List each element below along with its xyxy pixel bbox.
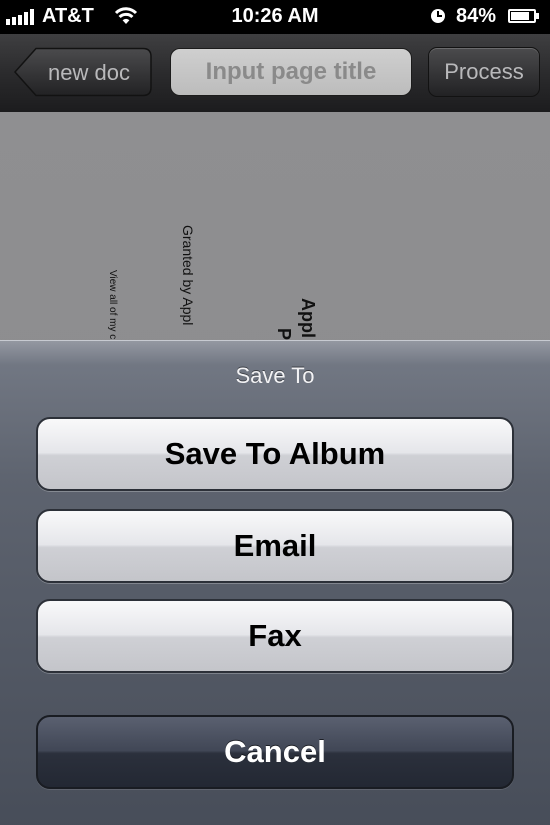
email-button[interactable]: Email [36, 509, 514, 583]
battery-percent: 84% [456, 5, 497, 27]
navigation-bar: new doc Process [0, 34, 550, 113]
fax-button[interactable]: Fax [36, 599, 514, 673]
save-to-action-sheet: Save To Save To Album Email Fax Cancel [0, 340, 550, 825]
action-sheet-title: Save To [235, 363, 315, 388]
app-screen: AT&T 10:26 AM 84% new doc Input page tit… [0, 0, 550, 825]
process-button[interactable]: Process [428, 47, 540, 97]
clock-icon [431, 9, 445, 23]
battery-tip [536, 13, 539, 19]
cancel-button[interactable]: Cancel [36, 715, 514, 789]
back-button-label: new doc [48, 60, 130, 85]
document-text: P [274, 328, 294, 341]
page-title-input[interactable] [170, 48, 412, 96]
document-text: View all of my c [107, 270, 118, 340]
back-button[interactable]: new doc [14, 47, 152, 97]
battery-level [511, 12, 529, 20]
save-to-album-button[interactable]: Save To Album [36, 417, 514, 491]
document-text: Granted by Appl [180, 225, 196, 326]
status-bar: AT&T 10:26 AM 84% [0, 0, 550, 34]
battery-icon [508, 9, 536, 23]
document-text: Appl [298, 298, 318, 338]
